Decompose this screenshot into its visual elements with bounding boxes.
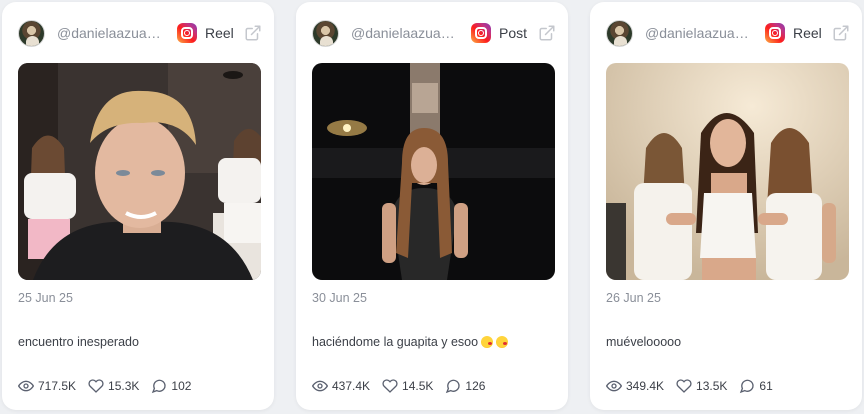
eye-icon [18, 380, 34, 392]
likes-stat: 13.5K [676, 378, 727, 394]
post-card[interactable]: @danielaazuag... Reel [2, 2, 274, 410]
likes-stat: 15.3K [88, 378, 139, 394]
comments-stat: 61 [739, 378, 773, 394]
post-date: 25 Jun 25 [18, 291, 73, 305]
views-count: 717.5K [38, 379, 77, 393]
post-thumbnail[interactable] [606, 63, 849, 280]
account-handle[interactable]: @danielaazuag... [645, 25, 753, 41]
post-type-label: Reel [793, 25, 822, 41]
likes-stat: 14.5K [382, 378, 433, 394]
external-link-icon[interactable] [244, 24, 262, 42]
avatar[interactable] [606, 19, 633, 47]
comments-count: 102 [171, 379, 192, 393]
heart-icon [88, 379, 104, 393]
eye-icon [606, 380, 622, 392]
account-handle[interactable]: @danielaazuag... [351, 25, 459, 41]
post-caption: muévelooooo [606, 335, 682, 349]
external-link-icon[interactable] [538, 24, 556, 42]
post-type-label: Post [499, 25, 528, 41]
account-handle[interactable]: @danielaazuag... [57, 25, 165, 41]
kissing-face-emoji [481, 336, 494, 348]
eye-icon [312, 380, 328, 392]
likes-count: 13.5K [696, 379, 728, 393]
avatar[interactable] [312, 19, 339, 47]
post-thumbnail[interactable] [18, 63, 261, 280]
heart-icon [382, 379, 398, 393]
comment-icon [446, 379, 461, 394]
likes-count: 15.3K [108, 379, 140, 393]
likes-count: 14.5K [402, 379, 434, 393]
post-caption-text: haciéndome la guapita y esoo [312, 335, 479, 349]
comment-icon [740, 379, 755, 394]
views-count: 349.4K [626, 379, 665, 393]
comment-icon [152, 379, 167, 394]
avatar[interactable] [18, 19, 45, 47]
kissing-face-emoji [496, 336, 509, 348]
views-count: 437.4K [332, 379, 371, 393]
views-stat: 349.4K [606, 378, 664, 394]
comments-stat: 102 [151, 378, 191, 394]
external-link-icon[interactable] [832, 24, 850, 42]
post-card[interactable]: @danielaazuag... Reel [590, 2, 862, 410]
instagram-icon [765, 23, 785, 43]
heart-icon [676, 379, 692, 393]
comments-count: 61 [759, 379, 773, 393]
post-caption: haciéndome la guapita y esoo [312, 335, 509, 349]
post-date: 26 Jun 25 [606, 291, 661, 305]
card-header: @danielaazuag... Reel [18, 18, 262, 48]
post-thumbnail[interactable] [312, 63, 555, 280]
post-stats: 349.4K 13.5K 61 [606, 378, 785, 394]
card-header: @danielaazuag... Post [312, 18, 556, 48]
card-header: @danielaazuag... Reel [606, 18, 850, 48]
post-date: 30 Jun 25 [312, 291, 367, 305]
post-stats: 717.5K 15.3K 102 [18, 378, 203, 394]
comments-stat: 126 [445, 378, 485, 394]
instagram-icon [471, 23, 491, 43]
post-stats: 437.4K 14.5K 126 [312, 378, 497, 394]
instagram-icon [177, 23, 197, 43]
views-stat: 717.5K [18, 378, 76, 394]
comments-count: 126 [465, 379, 486, 393]
post-card[interactable]: @danielaazuag... Post 30 Jun 25 haciéndo… [296, 2, 568, 410]
views-stat: 437.4K [312, 378, 370, 394]
post-type-label: Reel [205, 25, 234, 41]
post-caption: encuentro inesperado [18, 335, 139, 349]
